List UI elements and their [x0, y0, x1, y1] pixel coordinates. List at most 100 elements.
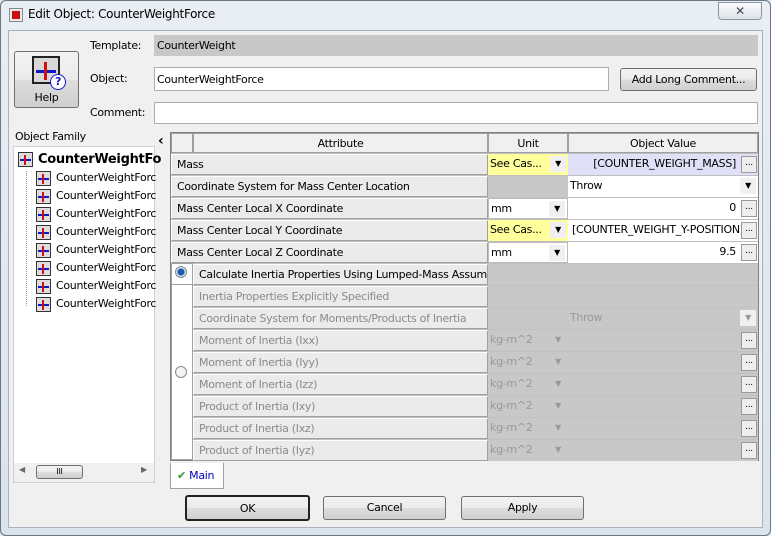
ellipsis-button[interactable]: ...	[741, 376, 757, 393]
unit-value: kg-m^2	[490, 333, 533, 346]
attribute-cell: Moment of Inertia (Izz)	[193, 374, 488, 395]
attribute-cell: Calculate Inertia Properties Using Lumpe…	[193, 264, 488, 285]
close-button[interactable]: ✕	[718, 2, 762, 20]
apply-button[interactable]: Apply	[461, 496, 584, 520]
tab-main[interactable]: ✔ Main	[170, 463, 224, 489]
tree-item[interactable]: CounterWeightForc	[36, 205, 156, 223]
ellipsis-button[interactable]: ...	[741, 222, 757, 239]
template-field: CounterWeight	[154, 35, 758, 56]
value-input[interactable]: [COUNTER_WEIGHT_MASS]...	[568, 154, 758, 175]
ellipsis-button[interactable]: ...	[741, 442, 757, 459]
value-input[interactable]: ...	[568, 396, 758, 417]
value-text: 9.5	[719, 245, 736, 258]
object-label: Object:	[90, 72, 128, 85]
value-input[interactable]: ...	[568, 374, 758, 395]
value-input[interactable]: 0...	[568, 198, 758, 219]
object-icon	[36, 188, 51, 204]
chevron-down-icon[interactable]: ▼	[740, 178, 756, 194]
row-header-corner	[171, 133, 193, 153]
value-text: [COUNTER_WEIGHT_Y-POSITION]	[572, 223, 744, 236]
attribute-cell: Product of Inertia (Ixz)	[193, 418, 488, 439]
chevron-down-icon[interactable]: ▼	[550, 398, 566, 414]
tree-item[interactable]: CounterWeightForc	[36, 295, 156, 313]
scroll-right-arrow[interactable]: ▶	[141, 465, 147, 474]
unit-select[interactable]: kg-m^2 ▼	[488, 396, 568, 417]
chevron-down-icon[interactable]: ▼	[549, 245, 565, 261]
coordinate-system-select[interactable]: Throw ▼	[568, 176, 758, 197]
value-input[interactable]: [COUNTER_WEIGHT_Y-POSITION]...	[568, 220, 758, 241]
tree-root[interactable]: CounterWeightFo	[18, 152, 161, 167]
unit-select[interactable]: mm ▼	[488, 242, 568, 263]
tree-item[interactable]: CounterWeightForc	[36, 187, 156, 205]
unit-value: kg-m^2	[490, 377, 533, 390]
value-input[interactable]: 9.5...	[568, 242, 758, 263]
radio-group-column	[171, 263, 193, 460]
ellipsis-button[interactable]: ...	[741, 332, 757, 349]
scroll-thumb[interactable]: III	[36, 465, 83, 479]
horizontal-scrollbar[interactable]: ◀ III ▶	[14, 463, 154, 482]
unit-select[interactable]: mm ▼	[488, 198, 568, 219]
chevron-down-icon[interactable]: ▼	[740, 310, 756, 326]
column-header-unit[interactable]: Unit	[488, 133, 568, 153]
ellipsis-button[interactable]: ...	[741, 244, 757, 261]
ellipsis-button[interactable]: ...	[741, 398, 757, 415]
tree-item[interactable]: CounterWeightForc	[36, 241, 156, 259]
explicit-inertia-radio[interactable]	[175, 366, 187, 378]
unit-select[interactable]: kg-m^2 ▼	[488, 440, 568, 461]
chevron-down-icon[interactable]: ▼	[550, 354, 566, 370]
chevron-down-icon[interactable]: ▼	[550, 332, 566, 348]
unit-select[interactable]: See Cas... ▼	[488, 154, 568, 175]
tree-item-label: CounterWeightForc	[56, 261, 157, 274]
unit-select[interactable]: kg-m^2 ▼	[488, 374, 568, 395]
tree-item-label: CounterWeightForc	[56, 171, 157, 184]
column-header-attribute[interactable]: Attribute	[193, 133, 488, 153]
tree-item[interactable]: CounterWeightForc	[36, 259, 156, 277]
window-title: Edit Object: CounterWeightForce	[28, 7, 215, 21]
object-icon	[36, 296, 51, 312]
object-icon	[18, 152, 33, 167]
object-name-input[interactable]: CounterWeightForce	[154, 67, 609, 91]
unit-value: mm	[491, 202, 512, 215]
unit-cell-empty	[488, 176, 568, 197]
object-family-label: Object Family	[15, 130, 86, 143]
tree-item-label: CounterWeightForc	[56, 225, 157, 238]
ellipsis-button[interactable]: ...	[741, 200, 757, 217]
chevron-down-icon[interactable]: ▼	[550, 156, 566, 172]
scroll-left-arrow[interactable]: ◀	[19, 465, 25, 474]
chevron-down-icon[interactable]: ▼	[549, 201, 565, 217]
ellipsis-button[interactable]: ...	[741, 354, 757, 371]
object-icon	[36, 170, 51, 186]
value-input[interactable]: ...	[568, 440, 758, 461]
lumped-mass-radio[interactable]	[175, 266, 187, 278]
ellipsis-button[interactable]: ...	[741, 156, 757, 173]
unit-select[interactable]: See Cas... ▼	[488, 220, 568, 241]
tree-item[interactable]: CounterWeightForc	[36, 223, 156, 241]
app-icon	[9, 8, 23, 22]
unit-select[interactable]: kg-m^2 ▼	[488, 330, 568, 351]
chevron-down-icon[interactable]: ▼	[550, 376, 566, 392]
unit-select[interactable]: kg-m^2 ▼	[488, 418, 568, 439]
tree-item[interactable]: CounterWeightForc	[36, 277, 156, 295]
column-header-value[interactable]: Object Value	[568, 133, 758, 153]
tree-item-label: CounterWeightForc	[56, 243, 157, 256]
chevron-down-icon[interactable]: ▼	[550, 222, 566, 238]
chevron-down-icon[interactable]: ▼	[550, 442, 566, 458]
chevron-down-icon[interactable]: ▼	[550, 420, 566, 436]
cancel-button[interactable]: Cancel	[323, 496, 446, 520]
value-input[interactable]: ...	[568, 330, 758, 351]
value-input[interactable]: ...	[568, 352, 758, 373]
collapse-panel-button[interactable]: ‹	[158, 133, 164, 149]
ellipsis-button[interactable]: ...	[741, 420, 757, 437]
unit-select[interactable]: kg-m^2 ▼	[488, 352, 568, 373]
ok-button[interactable]: OK	[185, 495, 310, 521]
value-input[interactable]: ...	[568, 418, 758, 439]
add-long-comment-button[interactable]: Add Long Comment...	[620, 68, 757, 91]
help-button[interactable]: ? Help	[14, 51, 79, 108]
attribute-cell: Inertia Properties Explicitly Specified	[193, 286, 488, 307]
tree-item[interactable]: CounterWeightForc	[36, 169, 156, 187]
value-text: [COUNTER_WEIGHT_MASS]	[593, 157, 736, 170]
comment-input[interactable]	[154, 102, 758, 124]
unit-value: See Cas...	[490, 223, 542, 236]
coordinate-system-select[interactable]: Throw ▼	[568, 308, 758, 329]
attribute-cell: Coordinate System for Mass Center Locati…	[171, 176, 488, 197]
